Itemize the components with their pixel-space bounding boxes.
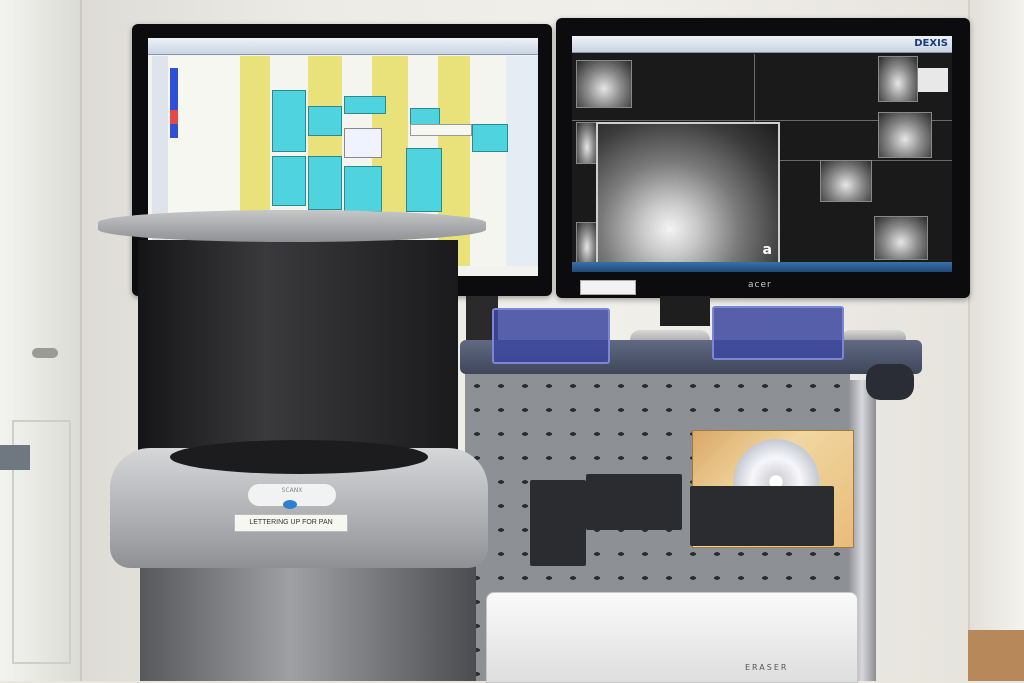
acer-logo: acer — [748, 280, 772, 290]
xray-main-image[interactable]: a — [596, 122, 780, 266]
xray-thumbnail[interactable] — [820, 160, 872, 202]
scanner-body — [138, 240, 458, 470]
xray-thumbnail[interactable] — [878, 56, 918, 102]
schedule-toolbar — [148, 38, 538, 55]
peg-holder — [586, 474, 682, 530]
sensor-tray[interactable] — [712, 306, 844, 360]
scanner-pillar — [140, 566, 476, 681]
printer: ERASER — [486, 592, 858, 683]
scanner-power-light — [283, 500, 297, 509]
xray-thumbnail[interactable] — [874, 216, 928, 260]
xray-viewer-screen: DEXIS a — [572, 36, 952, 272]
info-panel — [918, 68, 948, 92]
monitor-sticker — [580, 280, 636, 295]
appointment-block[interactable] — [406, 148, 442, 212]
windows-taskbar[interactable] — [572, 262, 952, 272]
shelf-knob[interactable] — [866, 364, 914, 400]
door-handle — [32, 348, 58, 358]
xray-thumbnail[interactable] — [878, 112, 932, 158]
appointment-block[interactable] — [344, 166, 382, 212]
appointment-block[interactable] — [272, 156, 306, 206]
scanner-slot-ring[interactable] — [170, 440, 428, 474]
wood-floor — [968, 630, 1024, 681]
sensor-tray[interactable] — [492, 308, 610, 364]
schedule-side-panel — [506, 56, 538, 266]
monitor-stand — [660, 296, 710, 326]
scanner-brand: SCANX — [281, 487, 303, 494]
countertop — [0, 445, 30, 470]
xray-thumbnail[interactable] — [576, 60, 632, 108]
appointment-block[interactable] — [170, 110, 178, 124]
scanner-tag: LETTERING UP FOR PAN — [234, 514, 348, 532]
dexis-logo: DEXIS — [914, 38, 948, 49]
appointment-block[interactable] — [472, 124, 508, 152]
appointment-block[interactable] — [344, 128, 382, 158]
appointment-note[interactable] — [410, 124, 472, 136]
scanner-lid[interactable] — [98, 210, 486, 242]
door-frame — [968, 0, 1024, 681]
appointment-block[interactable] — [308, 106, 342, 136]
printer-label: ERASER — [745, 663, 789, 672]
xray-panel-label: a — [762, 242, 772, 258]
appointment-block[interactable] — [308, 156, 342, 210]
peg-holder — [530, 480, 586, 566]
xray-thumbnail[interactable] — [576, 122, 598, 164]
cd-holder — [690, 486, 834, 546]
schedule-column — [470, 56, 506, 266]
appointment-block[interactable] — [272, 90, 306, 152]
appointment-block[interactable] — [344, 96, 386, 114]
xray-thumbnail[interactable] — [576, 222, 598, 264]
appointment-block[interactable] — [170, 68, 178, 138]
xray-toolbar: DEXIS — [572, 36, 952, 53]
